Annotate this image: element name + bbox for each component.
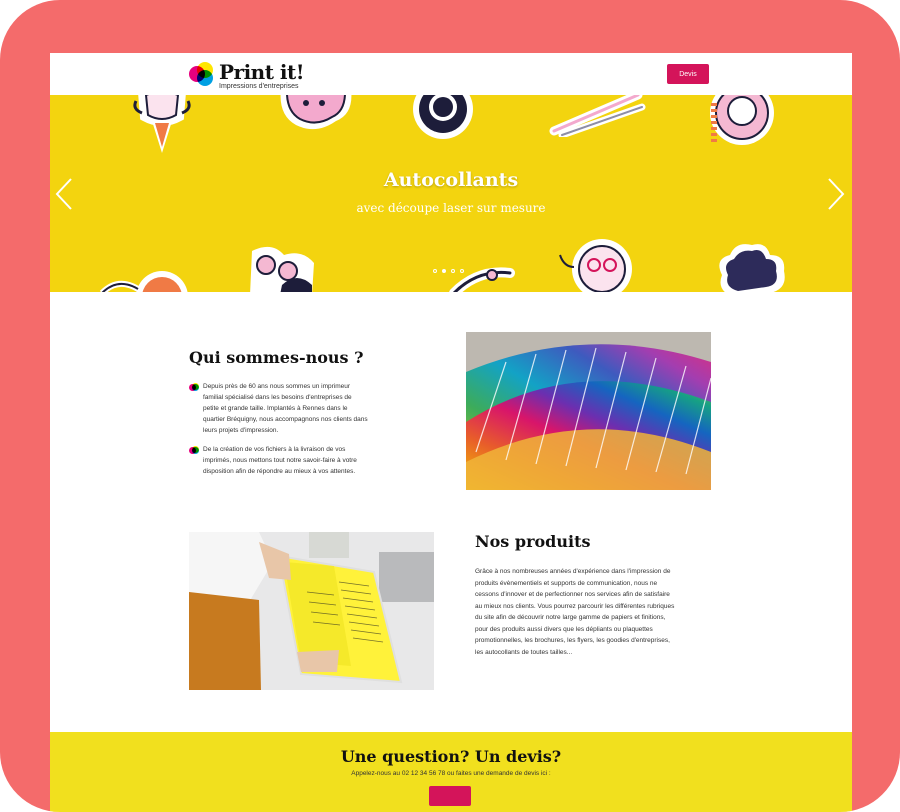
about-text: Depuis près de 60 ans nous sommes un imp… [203,383,368,434]
cta-section: Une question? Un devis? Appelez-nous au … [50,732,852,812]
carousel-dot[interactable] [433,269,437,273]
color-swatches-photo [466,332,711,490]
blob-sticker-icon [280,95,352,130]
astronaut-sticker-icon [710,95,774,145]
sun-face-sticker-icon [559,239,632,292]
astronaut-helmet-sticker-icon [413,95,473,139]
sun-sticker-icon [99,271,188,292]
products-title: Nos produits [475,532,591,551]
list-item: Depuis près de 60 ans nous sommes un imp… [189,381,369,436]
carousel-dot[interactable] [460,269,464,273]
carousel-dot-active[interactable] [442,269,446,273]
scissors-sticker-icon [449,267,515,292]
devis-button[interactable]: Devis [667,64,709,84]
cmy-bullet-icon [189,446,200,454]
background-frame: Print it! Impressions d'entreprises Devi… [0,0,900,812]
cta-text: Appelez-nous au 02 12 34 56 78 ou faites… [351,770,551,777]
cmy-circles-icon [189,62,215,88]
stripes-sticker-icon [549,95,646,137]
site-header: Print it! Impressions d'entreprises Devi… [50,53,852,95]
cta-title: Une question? Un devis? [340,747,562,766]
logo[interactable]: Print it! Impressions d'entreprises [189,60,305,90]
flower-sticker-icon [719,244,785,292]
products-text: Grâce à nos nombreuses années d'expérien… [475,568,675,656]
quote-request-button[interactable] [429,786,471,806]
logo-tagline: Impressions d'entreprises [219,83,299,90]
magazine-photo [189,532,434,690]
cmy-bullet-icon [189,383,200,391]
logo-title: Print it! [219,60,305,84]
carousel-dot[interactable] [451,269,455,273]
rocket-sticker-icon [133,95,191,153]
website-page: Print it! Impressions d'entreprises Devi… [50,53,852,812]
about-list: Depuis près de 60 ans nous sommes un imp… [189,381,369,485]
carousel-indicators [433,269,464,273]
hero-title: Autocollants [383,169,519,191]
chevron-left-icon[interactable] [54,177,74,211]
chevron-right-icon[interactable] [826,177,846,211]
hero-carousel: Autocollants avec découpe laser sur mesu… [50,95,852,292]
list-item: De la création de vos fichiers à la livr… [189,444,369,477]
hero-subtitle: avec découpe laser sur mesure [356,201,546,215]
glasses-sticker-icon [250,246,314,292]
about-text: De la création de vos fichiers à la livr… [203,446,357,475]
about-title: Qui sommes-nous ? [189,348,364,367]
